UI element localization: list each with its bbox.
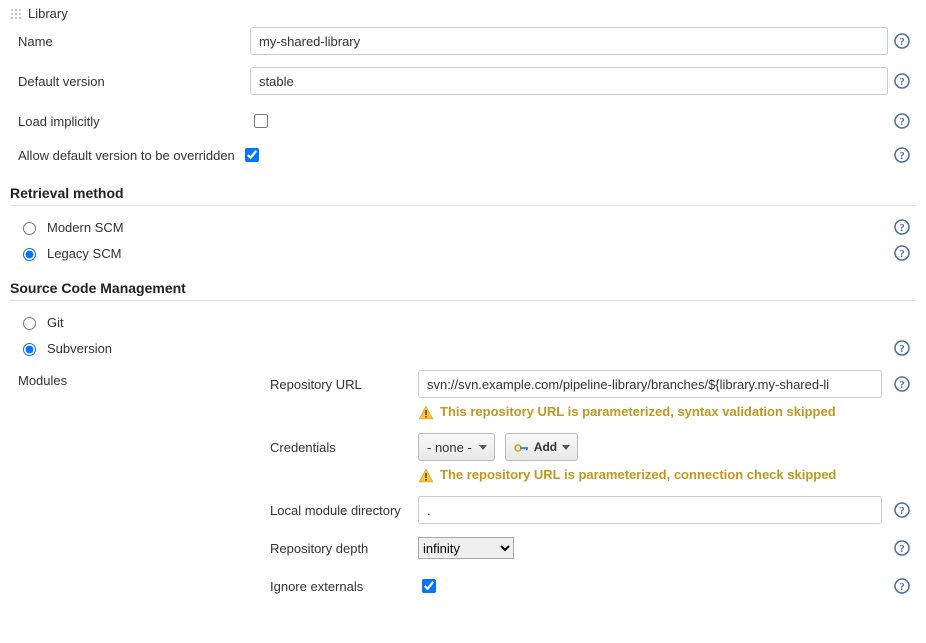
svg-text:?: ? [899,343,905,355]
retrieval-modern-scm-radio[interactable] [23,222,36,235]
scm-option-label: Git [47,315,64,330]
help-icon[interactable]: ? [894,113,910,129]
load-implicitly-checkbox[interactable] [254,114,268,128]
help-icon[interactable]: ? [894,73,910,89]
warning-text: The repository URL is parameterized, con… [440,466,836,484]
warning-icon [418,405,436,424]
svg-text:?: ? [899,543,905,555]
help-icon[interactable]: ? [894,540,910,556]
help-icon[interactable]: ? [894,147,910,163]
modules-label: Modules [10,367,270,388]
library-title: Library [28,6,68,21]
warning-icon [418,468,436,487]
svg-text:?: ? [899,581,905,593]
default-version-label: Default version [10,74,250,89]
svg-text:?: ? [899,36,905,48]
local-directory-label: Local module directory [270,503,418,518]
credentials-select[interactable]: - none - [418,433,495,461]
help-icon[interactable]: ? [894,33,910,49]
retrieval-legacy-scm-radio[interactable] [23,248,36,261]
warning-text: This repository URL is parameterized, sy… [440,403,836,421]
svg-text:?: ? [899,379,905,391]
key-icon [514,442,528,452]
svg-text:?: ? [899,505,905,517]
name-label: Name [10,34,250,49]
repository-depth-select[interactable]: infinity [418,537,514,559]
help-icon[interactable]: ? [894,219,910,235]
allow-override-checkbox[interactable] [245,148,259,162]
load-implicitly-label: Load implicitly [10,114,250,129]
credentials-selected: - none - [427,440,472,455]
repository-url-warning: This repository URL is parameterized, sy… [270,403,916,424]
scm-subversion-radio[interactable] [23,343,36,356]
ignore-externals-checkbox[interactable] [422,579,436,593]
allow-override-label: Allow default version to be overridden [18,148,235,163]
retrieval-option-label: Legacy SCM [47,246,121,261]
local-directory-input[interactable] [418,496,882,524]
repository-url-input[interactable] [418,370,882,398]
scm-header: Source Code Management [10,280,916,301]
help-icon[interactable]: ? [894,245,910,261]
retrieval-method-header: Retrieval method [10,185,916,206]
add-credentials-button[interactable]: Add [505,433,578,461]
library-section-header: Library [10,6,916,21]
repository-depth-label: Repository depth [270,541,418,556]
default-version-input[interactable] [250,67,888,95]
add-button-label: Add [534,440,557,454]
help-icon[interactable]: ? [894,340,910,356]
name-input[interactable] [250,27,888,55]
credentials-label: Credentials [270,440,418,455]
help-icon[interactable]: ? [894,578,910,594]
help-icon[interactable]: ? [894,502,910,518]
svg-text:?: ? [899,248,905,260]
svg-text:?: ? [899,150,905,162]
scm-git-radio[interactable] [23,317,36,330]
help-icon[interactable]: ? [894,376,910,392]
svg-text:?: ? [899,222,905,234]
ignore-externals-label: Ignore externals [270,579,418,594]
retrieval-option-label: Modern SCM [47,220,124,235]
credentials-warning: The repository URL is parameterized, con… [270,466,916,487]
svg-text:?: ? [899,76,905,88]
grip-icon[interactable] [10,8,22,20]
repository-url-label: Repository URL [270,377,418,392]
scm-option-label: Subversion [47,341,112,356]
svg-text:?: ? [899,116,905,128]
library-config-panel: Library Name ? Default version ? Load im… [0,0,926,623]
